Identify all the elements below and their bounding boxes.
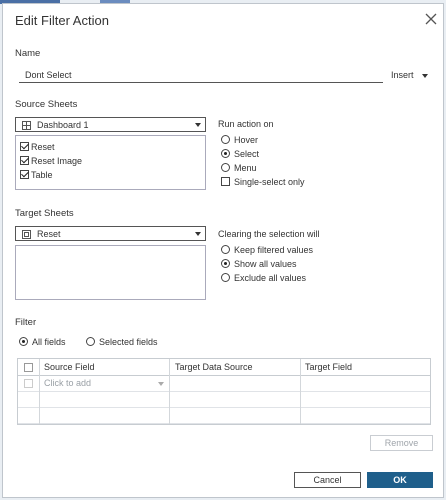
clear-keep-filtered[interactable]: Keep filtered values [221,244,313,255]
cancel-button[interactable]: Cancel [294,472,361,488]
grid-divider [169,359,170,424]
single-select-only-checkbox[interactable]: Single-select only [221,176,305,187]
chevron-down-icon [195,232,201,236]
sheet-checkbox-reset[interactable]: Reset [20,141,55,152]
ok-button[interactable]: OK [367,472,433,488]
radio-button[interactable] [221,245,230,255]
dashboard-icon [22,121,31,132]
column-header-target-field: Target Field [305,362,353,372]
source-sheets-list: Reset Reset Image Table [15,135,206,190]
filter-all-fields[interactable]: All fields [19,336,66,347]
filter-selected-fields[interactable]: Selected fields [86,336,158,347]
dialog-title: Edit Filter Action [15,13,109,28]
radio-button[interactable] [221,135,230,145]
name-label: Name [15,48,41,59]
radio-button-selected[interactable] [221,149,230,159]
source-sheets-label: Source Sheets [15,99,78,110]
clear-exclude-all[interactable]: Exclude all values [221,272,306,283]
run-action-menu[interactable]: Menu [221,162,257,173]
select-all-checkbox[interactable] [24,363,33,372]
edit-filter-action-dialog: Edit Filter Action Name Insert Source Sh… [2,3,444,498]
remove-button[interactable]: Remove [370,435,433,451]
column-header-target-data-source: Target Data Source [175,362,253,372]
radio-button[interactable] [221,273,230,283]
checkbox-checked[interactable] [20,156,29,166]
sheet-checkbox-table[interactable]: Table [20,169,53,180]
run-action-select[interactable]: Select [221,148,259,159]
filter-label: Filter [15,317,37,328]
run-action-label: Run action on [218,119,274,129]
table-row [18,407,430,424]
chevron-down-icon [195,123,201,127]
close-icon[interactable] [424,12,438,26]
source-sheet-selected: Dashboard 1 [37,120,89,130]
chevron-down-icon[interactable] [158,382,164,386]
radio-button[interactable] [86,337,95,347]
source-sheet-select[interactable]: Dashboard 1 [15,117,206,132]
click-to-add-placeholder[interactable]: Click to add [44,378,91,388]
column-header-source-field: Source Field [44,362,95,372]
insert-dropdown[interactable]: Insert [391,70,429,80]
insert-label: Insert [391,70,414,80]
checkbox-checked[interactable] [20,142,29,152]
chevron-down-icon [422,73,429,78]
target-sheets-list [15,245,206,300]
radio-button-selected[interactable] [221,259,230,269]
target-sheets-label: Target Sheets [15,208,74,219]
row-checkbox[interactable] [24,379,33,388]
clear-show-all[interactable]: Show all values [221,258,297,269]
grid-divider [300,359,301,424]
target-sheet-select[interactable]: Reset [15,226,206,241]
checkbox[interactable] [221,177,230,187]
grid-divider [39,359,40,424]
run-action-hover[interactable]: Hover [221,134,258,145]
target-sheet-selected: Reset [37,229,61,239]
sheet-icon [22,230,31,241]
radio-button-selected[interactable] [19,337,28,347]
clearing-selection-label: Clearing the selection will [218,229,320,239]
radio-button[interactable] [221,163,230,173]
sheet-checkbox-reset-image[interactable]: Reset Image [20,155,82,166]
name-input[interactable] [19,67,383,83]
checkbox-checked[interactable] [20,170,29,180]
field-mapping-grid: Source Field Target Data Source Target F… [17,358,431,425]
table-row [18,391,430,408]
